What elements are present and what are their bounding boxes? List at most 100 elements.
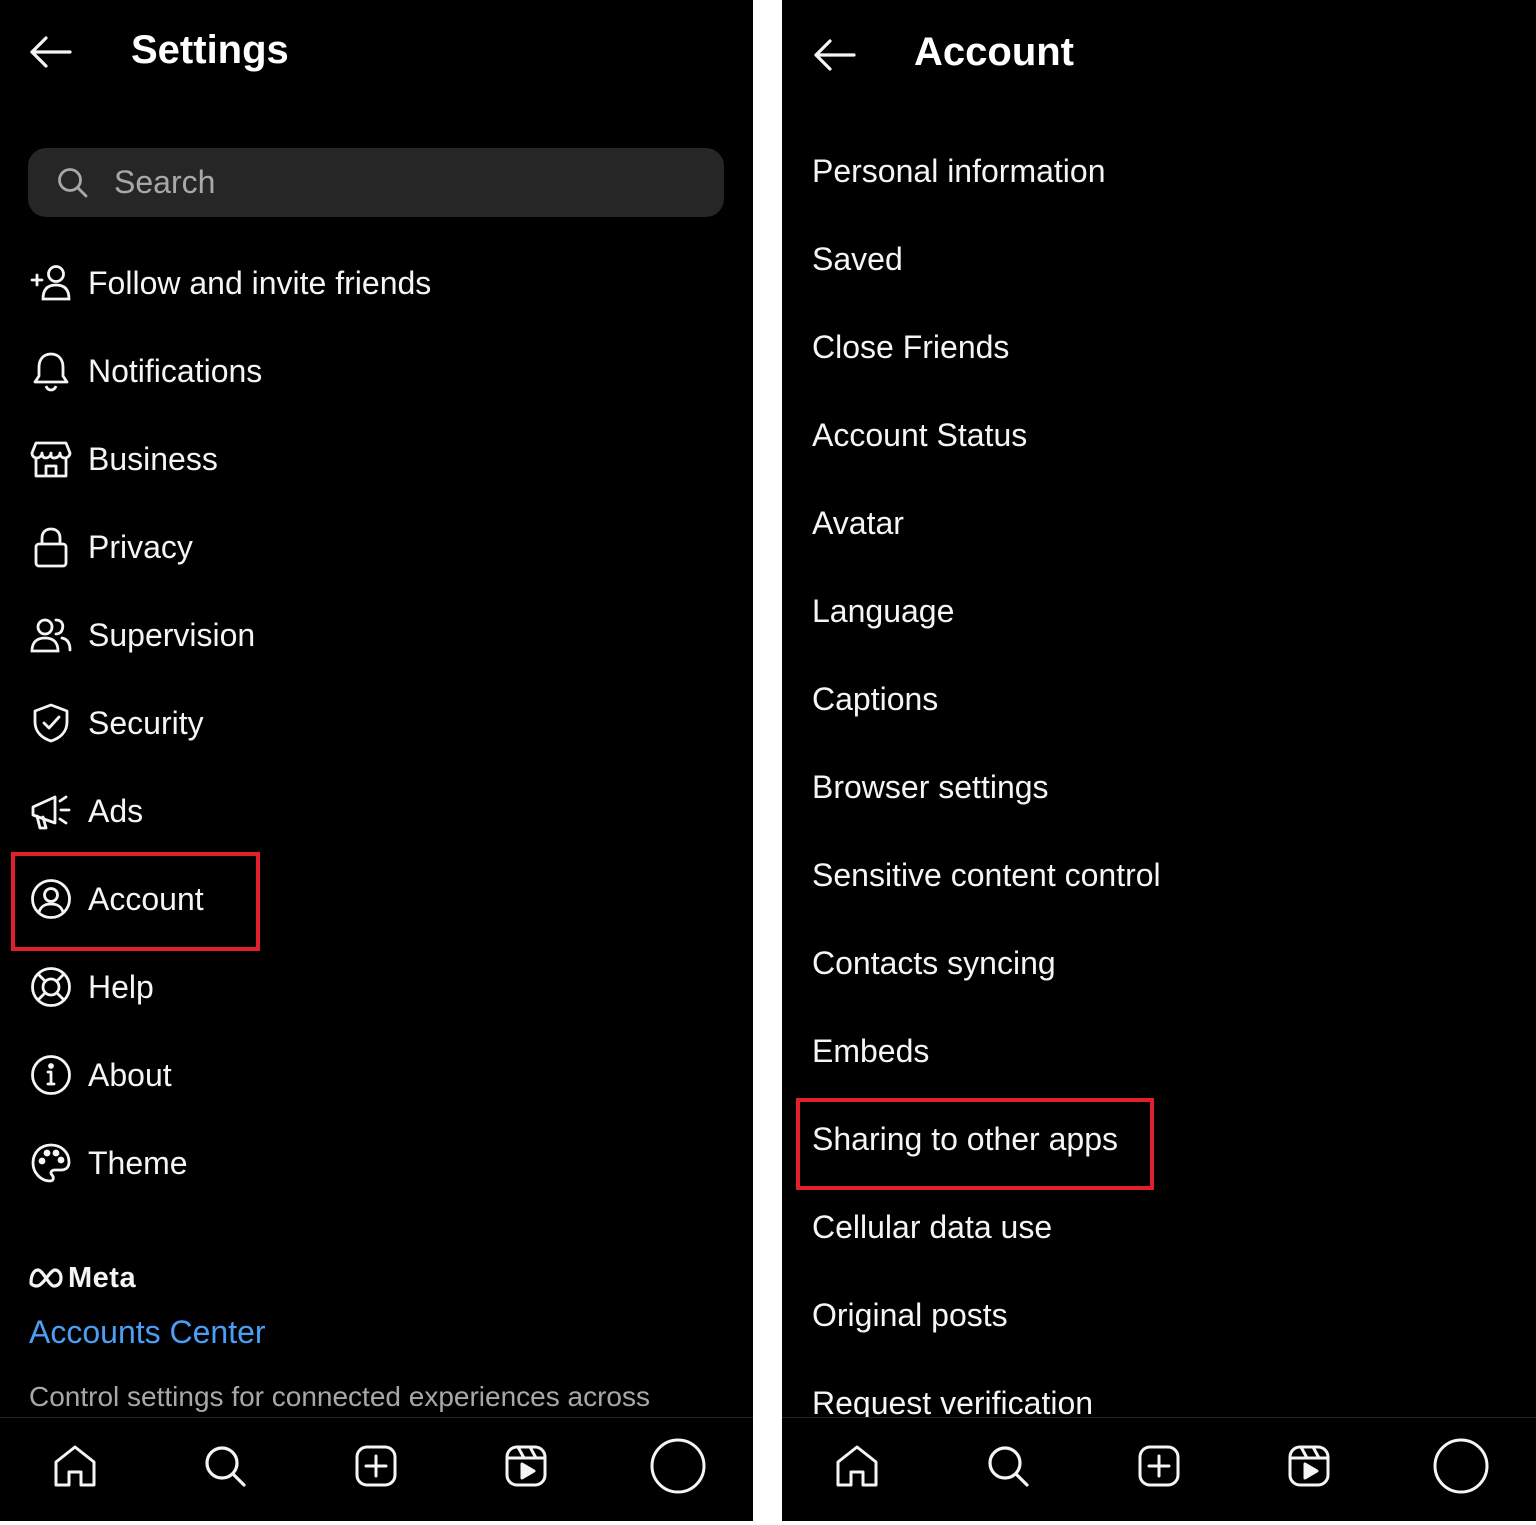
account-item-language[interactable]: Language [782, 567, 1536, 655]
settings-item-account[interactable]: Account [0, 855, 753, 943]
nav-create-button[interactable] [346, 1436, 406, 1496]
nav-home-button[interactable] [45, 1436, 105, 1496]
plus-square-icon [1138, 1445, 1180, 1487]
settings-item-label: Privacy [88, 528, 193, 565]
settings-item-about[interactable]: About [0, 1031, 753, 1119]
settings-item-label: Supervision [88, 616, 256, 653]
lifebuoy-icon [28, 964, 74, 1010]
page-title: Account [914, 30, 1074, 74]
home-icon [836, 1445, 878, 1487]
account-item-sensitive-content-control[interactable]: Sensitive content control [782, 831, 1536, 919]
shield-check-icon [28, 700, 74, 746]
settings-item-privacy[interactable]: Privacy [0, 503, 753, 591]
account-item-label: Language [812, 592, 955, 629]
account-item-label: Captions [812, 680, 939, 717]
account-item-label: Saved [812, 240, 903, 277]
account-item-embeds[interactable]: Embeds [782, 1007, 1536, 1095]
settings-item-label: Notifications [88, 352, 263, 389]
account-item-browser-settings[interactable]: Browser settings [782, 743, 1536, 831]
settings-item-label: Ads [88, 792, 144, 829]
storefront-icon [28, 436, 74, 482]
accounts-center-description: Control settings for connected experienc… [29, 1381, 650, 1412]
account-circle-icon [28, 876, 74, 922]
info-icon [28, 1052, 74, 1098]
account-item-avatar[interactable]: Avatar [782, 479, 1536, 567]
settings-item-notifications[interactable]: Notifications [0, 327, 753, 415]
search-icon [988, 1446, 1029, 1487]
nav-search-button[interactable] [195, 1436, 255, 1496]
page-title: Settings [131, 28, 289, 72]
megaphone-icon [28, 788, 74, 834]
search-icon [56, 166, 90, 200]
settings-item-label: Account [88, 880, 204, 917]
search-input[interactable] [112, 163, 676, 202]
meta-infinity-icon [29, 1268, 63, 1288]
nav-search-button[interactable] [978, 1436, 1038, 1496]
plus-square-icon [355, 1445, 397, 1487]
reels-icon [1288, 1445, 1330, 1487]
settings-item-supervision[interactable]: Supervision [0, 591, 753, 679]
account-item-label: Avatar [812, 504, 904, 541]
back-button[interactable] [806, 31, 862, 79]
meta-logo: Meta [28, 1262, 136, 1294]
meta-wordmark: Meta [68, 1261, 137, 1294]
settings-item-help[interactable]: Help [0, 943, 753, 1031]
nav-create-button[interactable] [1129, 1436, 1189, 1496]
account-menu: Personal information Saved Close Friends… [782, 127, 1536, 1447]
account-item-original-posts[interactable]: Original posts [782, 1271, 1536, 1359]
account-screen: Account Personal information Saved Close… [782, 0, 1536, 1521]
account-item-contacts-syncing[interactable]: Contacts syncing [782, 919, 1536, 1007]
account-item-label: Account Status [812, 416, 1028, 453]
settings-item-ads[interactable]: Ads [0, 767, 753, 855]
bottom-nav [782, 1417, 1536, 1521]
person-add-icon [28, 260, 74, 306]
account-item-personal-information[interactable]: Personal information [782, 127, 1536, 215]
nav-reels-button[interactable] [496, 1436, 556, 1496]
settings-item-label: Theme [88, 1144, 188, 1181]
profile-circle-icon [1433, 1438, 1489, 1494]
account-item-cellular-data-use[interactable]: Cellular data use [782, 1183, 1536, 1271]
settings-item-label: Business [88, 440, 218, 477]
settings-item-label: Security [88, 704, 204, 741]
nav-profile-button[interactable] [648, 1436, 708, 1496]
search-bar[interactable] [28, 148, 724, 217]
search-icon [205, 1446, 246, 1487]
settings-item-follow-invite[interactable]: Follow and invite friends [0, 239, 753, 327]
profile-circle-icon [650, 1438, 706, 1494]
account-item-label: Personal information [812, 152, 1106, 189]
back-button[interactable] [22, 28, 78, 76]
settings-item-security[interactable]: Security [0, 679, 753, 767]
account-item-sharing-to-other-apps[interactable]: Sharing to other apps [782, 1095, 1536, 1183]
account-item-label: Sensitive content control [812, 856, 1161, 893]
account-item-saved[interactable]: Saved [782, 215, 1536, 303]
reels-icon [505, 1445, 547, 1487]
arrow-left-icon [30, 36, 72, 68]
nav-reels-button[interactable] [1279, 1436, 1339, 1496]
arrow-left-icon [814, 39, 856, 71]
home-icon [54, 1445, 96, 1487]
account-item-label: Contacts syncing [812, 944, 1056, 981]
nav-profile-button[interactable] [1431, 1436, 1491, 1496]
settings-item-label: About [88, 1056, 172, 1093]
account-item-label: Browser settings [812, 768, 1049, 805]
lock-icon [28, 524, 74, 570]
account-item-label: Original posts [812, 1296, 1008, 1333]
settings-item-label: Follow and invite friends [88, 264, 432, 301]
palette-icon [28, 1140, 74, 1186]
account-item-label: Cellular data use [812, 1208, 1053, 1245]
account-item-label: Request verification [812, 1384, 1094, 1421]
account-item-account-status[interactable]: Account Status [782, 391, 1536, 479]
settings-item-theme[interactable]: Theme [0, 1119, 753, 1207]
nav-home-button[interactable] [827, 1436, 887, 1496]
account-item-captions[interactable]: Captions [782, 655, 1536, 743]
account-header: Account [782, 0, 1536, 110]
account-item-label: Embeds [812, 1032, 930, 1069]
account-item-close-friends[interactable]: Close Friends [782, 303, 1536, 391]
bell-icon [28, 348, 74, 394]
settings-item-label: Help [88, 968, 154, 1005]
accounts-center-link[interactable]: Accounts Center [29, 1314, 266, 1351]
bottom-nav [0, 1417, 753, 1521]
people-icon [28, 612, 74, 658]
settings-item-business[interactable]: Business [0, 415, 753, 503]
settings-screen: Settings Follow and invite friends [0, 0, 753, 1521]
